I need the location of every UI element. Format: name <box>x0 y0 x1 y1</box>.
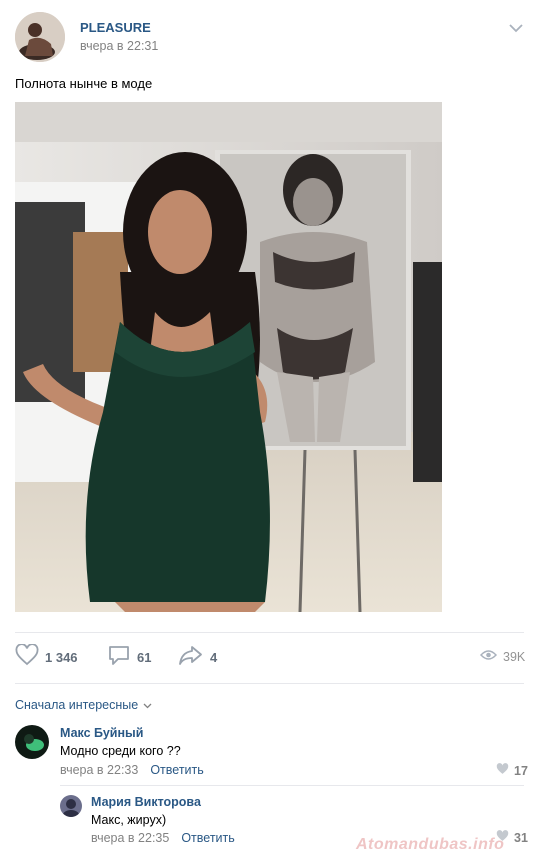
comment-like-count: 17 <box>514 763 528 778</box>
avatar[interactable] <box>60 795 82 817</box>
comment-meta: вчера в 22:35 Ответить <box>91 831 235 845</box>
comment-author[interactable]: Макс Буйный <box>60 726 143 740</box>
post-timestamp[interactable]: вчера в 22:31 <box>80 39 158 53</box>
comment-sort-dropdown[interactable]: Сначала интересные <box>15 698 152 712</box>
share-icon <box>178 644 204 671</box>
comment-button[interactable]: 61 <box>107 645 151 669</box>
comment-meta: вчера в 22:33 Ответить <box>60 763 204 777</box>
post-text: Полнота нынче в моде <box>15 76 153 91</box>
like-count: 1 346 <box>45 649 78 665</box>
comment-time[interactable]: вчера в 22:35 <box>91 831 169 845</box>
comment-text: Макс, жирух) <box>91 813 167 827</box>
chevron-down-icon <box>143 698 152 712</box>
post-photo[interactable] <box>15 102 442 612</box>
avatar[interactable] <box>15 725 49 759</box>
post-author-name[interactable]: PLEASURE <box>80 20 151 35</box>
like-button[interactable]: 1 346 <box>15 642 78 671</box>
heart-icon <box>496 763 509 778</box>
reply-button[interactable]: Ответить <box>181 831 234 845</box>
comment-count: 61 <box>137 649 152 665</box>
comment-text: Модно среди кого ?? <box>60 744 181 758</box>
comment-time[interactable]: вчера в 22:33 <box>60 763 138 777</box>
reply-button[interactable]: Ответить <box>150 763 203 777</box>
watermark: Atomandubas.info <box>356 836 505 853</box>
views-count: 39K <box>503 650 526 664</box>
post-author-avatar[interactable] <box>15 12 65 62</box>
comment-icon <box>107 644 131 671</box>
views-counter: 39K <box>479 648 526 666</box>
chevron-down-icon[interactable] <box>507 21 525 33</box>
sort-label: Сначала интересные <box>15 698 139 712</box>
comment-author[interactable]: Мария Викторова <box>91 795 201 809</box>
eye-icon <box>479 648 498 666</box>
comment-like-button[interactable]: 17 <box>496 763 528 778</box>
share-button[interactable]: 4 <box>178 645 217 669</box>
share-count: 4 <box>210 649 218 665</box>
divider <box>60 785 524 786</box>
divider <box>15 683 524 684</box>
divider <box>15 632 524 633</box>
comment-like-count: 31 <box>514 830 528 845</box>
heart-icon <box>15 642 39 671</box>
